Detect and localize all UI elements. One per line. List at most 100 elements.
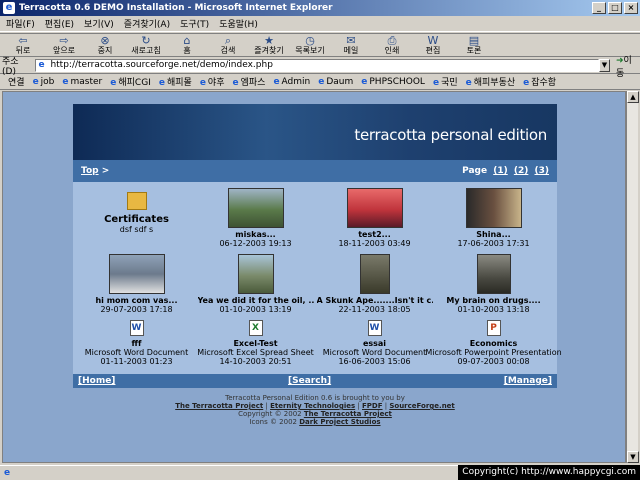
- address-input[interactable]: http://terracotta.sourceforge.net/demo/i…: [35, 59, 599, 72]
- copyright-prefix: Copyright © 2002: [238, 410, 302, 418]
- footer-separator: |: [265, 402, 268, 410]
- address-dropdown-button[interactable]: ▼: [598, 59, 610, 72]
- back-button[interactable]: ⇦ 뒤로: [4, 34, 42, 56]
- gallery-item[interactable]: hi mom com vas... 29-07-2003 17:18: [77, 254, 196, 314]
- item-date: 29-07-2003 17:18: [100, 305, 173, 314]
- gallery-item[interactable]: test2... 18-11-2003 03:49: [315, 188, 434, 248]
- page-3-link[interactable]: (3): [535, 166, 550, 176]
- footer-link-eternity[interactable]: Eternity Technologies: [270, 402, 355, 410]
- link-empas[interactable]: 엠파스: [232, 75, 266, 88]
- search-link[interactable]: [Search]: [288, 376, 331, 386]
- link-jobsuham[interactable]: 잡수함: [523, 75, 556, 88]
- icons-link[interactable]: Dark Project Studios: [299, 418, 380, 426]
- item-date: 01-10-2003 13:19: [219, 305, 292, 314]
- thumbnail-image[interactable]: [465, 188, 522, 228]
- refresh-button[interactable]: ↻ 새로고침: [127, 34, 165, 56]
- thumbnail-image[interactable]: [108, 254, 165, 294]
- thumbnail-image[interactable]: [359, 254, 390, 294]
- edit-button[interactable]: W 편집: [414, 34, 452, 56]
- gallery-item[interactable]: Yea we did it for the oil, ... 01-10-200…: [196, 254, 315, 314]
- link-happymall[interactable]: 해피몰: [159, 75, 192, 88]
- menu-tools[interactable]: 도구(T): [180, 17, 209, 30]
- search-button[interactable]: ⌕ 검색: [209, 34, 247, 56]
- link-phpschool[interactable]: PHPSCHOOL: [361, 77, 425, 87]
- page-2-link[interactable]: (2): [514, 166, 529, 176]
- print-button[interactable]: ⎙ 인쇄: [373, 34, 411, 56]
- word-doc-icon: W: [129, 320, 144, 336]
- copyright-link[interactable]: The Terracotta Project: [304, 410, 392, 418]
- link-job[interactable]: job: [33, 77, 55, 87]
- page-1-link[interactable]: (1): [493, 166, 508, 176]
- link-admin[interactable]: Admin: [273, 77, 311, 87]
- breadcrumb-separator: >: [101, 166, 110, 176]
- footer-links: The Terracotta Project | Eternity Techno…: [73, 402, 557, 410]
- menu-help[interactable]: 도움말(H): [219, 17, 258, 30]
- minimize-button[interactable]: _: [592, 2, 606, 14]
- maximize-button[interactable]: □: [608, 2, 622, 14]
- back-icon: ⇦: [18, 34, 28, 47]
- footer-separator: |: [357, 402, 360, 410]
- link-daum[interactable]: Daum: [318, 77, 353, 87]
- item-date: 06-12-2003 19:13: [219, 239, 292, 248]
- footer-link-sourceforge[interactable]: SourceForge.net: [389, 402, 454, 410]
- mail-button[interactable]: ✉ 메일: [332, 34, 370, 56]
- forward-icon: ⇨: [59, 34, 69, 47]
- page-label: Page: [462, 166, 488, 176]
- links-bar: 연결 job master 해피CGI 해피몰 야후 엠파스 Admin Dau…: [0, 74, 640, 90]
- footer-link-terracotta[interactable]: The Terracotta Project: [175, 402, 263, 410]
- link-yahoo[interactable]: 야후: [200, 75, 225, 88]
- item-title: Economics: [469, 339, 518, 348]
- link-master[interactable]: master: [62, 77, 103, 87]
- scroll-up-button[interactable]: ▲: [627, 91, 639, 103]
- favorites-button[interactable]: ★ 즐겨찾기: [250, 34, 288, 56]
- folder-title: Certificates: [104, 214, 169, 225]
- window-title: Terracotta 0.6 DEMO Installation - Micro…: [19, 3, 333, 13]
- scroll-down-button[interactable]: ▼: [627, 451, 639, 463]
- link-happycgi[interactable]: 해피CGI: [110, 75, 150, 88]
- home-link[interactable]: [Home]: [78, 376, 115, 386]
- powerpoint-doc-icon: P: [486, 320, 501, 336]
- icons-prefix: Icons © 2002: [249, 418, 297, 426]
- home-icon: ⌂: [183, 34, 191, 47]
- stop-button[interactable]: ⊗ 중지: [86, 34, 124, 56]
- gallery-item[interactable]: My brain on drugs.... 01-10-2003 13:18: [434, 254, 553, 314]
- document-item[interactable]: P Economics Microsoft Powerpoint Present…: [425, 320, 562, 366]
- word-doc-icon: W: [367, 320, 382, 336]
- link-happyrealestate[interactable]: 해피부동산: [466, 75, 515, 88]
- item-date: 16-06-2003 15:06: [338, 357, 411, 366]
- page-footer: Terracotta Personal Edition 0.6 is broug…: [73, 394, 557, 426]
- gallery-page: terracotta personal edition Top > Page (…: [73, 104, 562, 426]
- document-item[interactable]: W essai Microsoft Word Document 16-06-20…: [315, 320, 434, 366]
- gallery-item[interactable]: Shina... 17-06-2003 17:31: [434, 188, 553, 248]
- item-title: fff: [131, 339, 142, 348]
- nav-row: Top > Page (1) (2) (3): [73, 160, 557, 182]
- window-controls: _ □ ×: [592, 2, 638, 14]
- close-button[interactable]: ×: [624, 2, 638, 14]
- gallery-row: W fff Microsoft Word Document 01-11-2003…: [77, 320, 562, 366]
- history-button[interactable]: ◷ 목록보기: [291, 34, 329, 56]
- thumbnail-image[interactable]: [237, 254, 274, 294]
- thumbnail-image[interactable]: [346, 188, 403, 228]
- copyright-overlay: Copyright(c) http://www.happycgi.com: [458, 465, 640, 480]
- forward-button[interactable]: ⇨ 앞으로: [45, 34, 83, 56]
- document-item[interactable]: X Excel-Test Microsoft Excel Spread Shee…: [196, 320, 315, 366]
- footer-link-fpdf[interactable]: FPDF: [362, 402, 383, 410]
- item-title: Excel-Test: [233, 339, 278, 348]
- home-button[interactable]: ⌂ 홈: [168, 34, 206, 56]
- gallery-item[interactable]: miskas... 06-12-2003 19:13: [196, 188, 315, 248]
- discuss-button[interactable]: ▤ 토론: [455, 34, 493, 56]
- menu-edit[interactable]: 편집(E): [45, 17, 74, 30]
- gallery-item[interactable]: A Skunk Ape.......Isn't it c... 22-11-20…: [315, 254, 434, 314]
- document-item[interactable]: W fff Microsoft Word Document 01-11-2003…: [77, 320, 196, 366]
- vertical-scrollbar[interactable]: ▲ ▼: [626, 91, 639, 463]
- thumbnail-image[interactable]: [227, 188, 284, 228]
- top-link[interactable]: Top: [81, 166, 99, 176]
- address-bar: 주소(D) http://terracotta.sourceforge.net/…: [0, 56, 640, 79]
- menu-favorites[interactable]: 즐겨찾기(A): [124, 17, 170, 30]
- menu-file[interactable]: 파일(F): [6, 17, 35, 30]
- link-kookmin[interactable]: 국민: [433, 75, 458, 88]
- folder-item[interactable]: Certificates dsf sdf s: [77, 188, 196, 248]
- manage-link[interactable]: [Manage]: [504, 376, 552, 386]
- menu-view[interactable]: 보기(V): [84, 17, 114, 30]
- thumbnail-image[interactable]: [476, 254, 511, 294]
